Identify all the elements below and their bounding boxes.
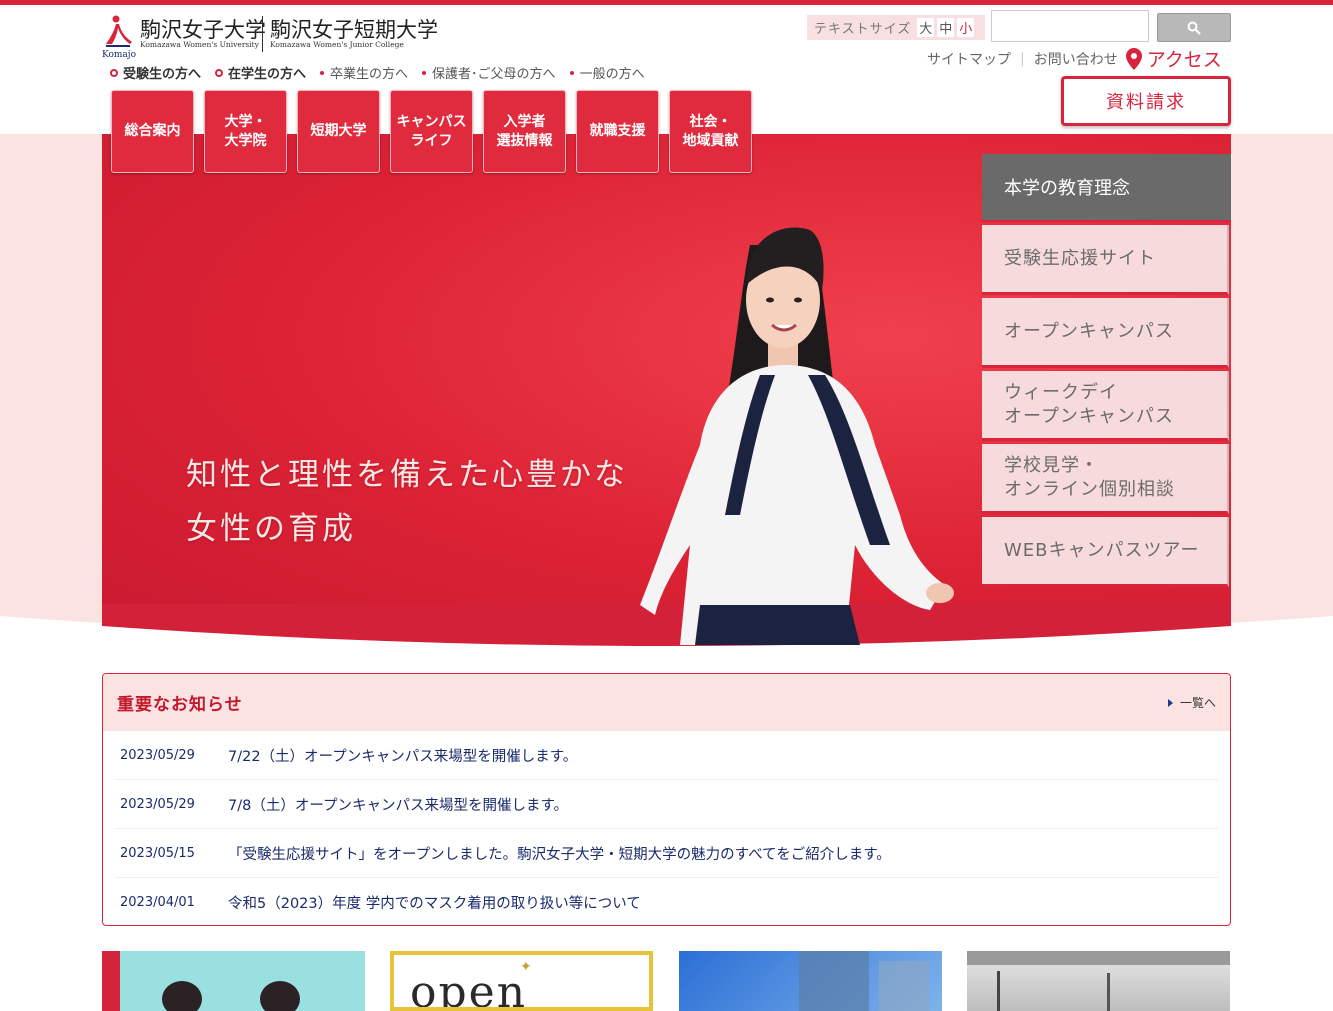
news-date: 2023/05/29 — [120, 796, 195, 812]
text-size-control: テキストサイズ 大 中 小 — [807, 15, 985, 40]
site-logo[interactable]: Komajo 駒沢女子大学 Komazawa Women's Universit… — [102, 12, 442, 60]
search-icon — [1187, 21, 1201, 35]
hero-slogan-line2: 女性の育成 — [186, 511, 356, 547]
request-materials-button[interactable]: 資料請求 — [1061, 76, 1231, 126]
audience-link-label: 卒業生の方へ — [330, 67, 409, 82]
side-menu-web-campus-tour[interactable]: WEBキャンパスツアー — [982, 517, 1229, 587]
map-pin-icon — [1125, 47, 1142, 70]
audience-link-applicants[interactable]: 受験生の方へ — [110, 63, 201, 82]
side-menu: 本学の教育理念 受験生応援サイト オープンキャンパス ウィークデイ オープンキャ… — [982, 154, 1231, 587]
news-more-link[interactable]: 一覧へ — [1167, 694, 1216, 711]
feature-card-1[interactable] — [102, 951, 365, 1011]
audience-link-label: 保護者･ご父母の方へ — [432, 67, 556, 82]
text-size-large-button[interactable]: 大 — [917, 18, 935, 37]
nav-tab-university[interactable]: 大学・ 大学院 — [204, 90, 287, 173]
audience-links: 受験生の方へ 在学生の方へ 卒業生の方へ 保護者･ご父母の方へ 一般の方へ — [110, 63, 659, 82]
top-accent-bar — [0, 0, 1333, 5]
contact-link[interactable]: お問い合わせ — [1034, 49, 1118, 69]
nav-tab-community[interactable]: 社会・ 地域貢献 — [669, 90, 752, 173]
news-date: 2023/04/01 — [120, 894, 195, 910]
hero-slogan-line1: 知性と理性を備えた心豊かな — [186, 457, 628, 493]
audience-link-general[interactable]: 一般の方へ — [569, 63, 645, 82]
news-item[interactable]: 2023/05/15 「受験生応援サイト」をオープンしました。駒沢女子大学・短期… — [115, 829, 1218, 878]
news-item[interactable]: 2023/04/01 令和5（2023）年度 学内でのマスク着用の取り扱い等につ… — [115, 878, 1218, 925]
student-photo — [640, 227, 954, 645]
nav-tab-career[interactable]: 就職支援 — [576, 90, 659, 173]
triangle-right-icon — [1167, 698, 1173, 707]
building-photo — [799, 951, 929, 1011]
search-button[interactable] — [1157, 13, 1231, 42]
news-title: 重要なお知らせ — [117, 695, 243, 715]
main-nav: 総合案内 大学・ 大学院 短期大学 キャンパス ライフ 入学者 選抜情報 就職支… — [111, 90, 752, 173]
nav-tab-campus-life[interactable]: キャンパス ライフ — [390, 90, 473, 173]
dot-bullet-icon — [320, 70, 325, 75]
util-separator: | — [1020, 50, 1025, 67]
feature-card-2[interactable]: open ✦ — [390, 951, 653, 1011]
side-menu-philosophy[interactable]: 本学の教育理念 — [982, 154, 1231, 222]
access-link[interactable]: アクセス — [1125, 45, 1222, 72]
news-text: 「受験生応援サイト」をオープンしました。駒沢女子大学・短期大学の魅力のすべてをご… — [228, 846, 891, 863]
text-size-small-button[interactable]: 小 — [957, 18, 975, 37]
dot-bullet-icon — [569, 70, 574, 75]
nav-tab-junior-college[interactable]: 短期大学 — [297, 90, 380, 173]
text-size-label: テキストサイズ — [814, 22, 912, 37]
logo-university-sub: Komazawa Women's University — [140, 40, 259, 49]
access-link-label: アクセス — [1146, 49, 1222, 71]
news-item[interactable]: 2023/05/29 7/8（土）オープンキャンパス来場型を開催します。 — [115, 780, 1218, 829]
audience-link-label: 受験生の方へ — [123, 67, 202, 82]
audience-link-students[interactable]: 在学生の方へ — [215, 63, 306, 82]
sitemap-link[interactable]: サイトマップ — [927, 49, 1011, 69]
sparkle-icon: ✦ — [520, 959, 532, 975]
news-item[interactable]: 2023/05/29 7/22（土）オープンキャンパス来場型を開催します。 — [115, 731, 1218, 780]
logo-mark-text: Komajo — [102, 50, 137, 60]
students-photo — [162, 981, 300, 1011]
side-menu-applicant-site[interactable]: 受験生応援サイト — [982, 225, 1229, 295]
ring-bullet-icon — [215, 68, 224, 77]
text-size-medium-button[interactable]: 中 — [937, 18, 955, 37]
interior-photo — [967, 951, 1230, 1011]
dot-bullet-icon — [422, 70, 427, 75]
nav-tab-admissions[interactable]: 入学者 選抜情報 — [483, 90, 566, 173]
feature-card-3[interactable] — [679, 951, 942, 1011]
nav-tab-overview[interactable]: 総合案内 — [111, 90, 194, 173]
search-input[interactable] — [991, 10, 1149, 42]
news-text: 令和5（2023）年度 学内でのマスク着用の取り扱い等について — [228, 895, 641, 912]
feature-card-4[interactable] — [967, 951, 1230, 1011]
hero-slogan: 知性と理性を備えた心豊かな 女性の育成 — [186, 448, 628, 556]
logo-divider — [262, 16, 263, 52]
news-date: 2023/05/15 — [120, 845, 195, 861]
side-menu-weekday-open-campus[interactable]: ウィークデイ オープンキャンパス — [982, 371, 1229, 441]
news-text: 7/8（土）オープンキャンパス来場型を開催します。 — [228, 797, 569, 814]
utility-links: サイトマップ | お問い合わせ アクセス — [927, 45, 1222, 72]
audience-link-label: 在学生の方へ — [228, 67, 307, 82]
news-text: 7/22（土）オープンキャンパス来場型を開催します。 — [228, 748, 578, 765]
side-menu-open-campus[interactable]: オープンキャンパス — [982, 298, 1229, 368]
ring-bullet-icon — [110, 68, 118, 77]
audience-link-alumni[interactable]: 卒業生の方へ — [320, 63, 408, 82]
audience-link-parents[interactable]: 保護者･ご父母の方へ — [422, 63, 556, 82]
news-date: 2023/05/29 — [120, 747, 195, 763]
open-campus-card-text: open — [410, 967, 528, 1011]
news-header: 重要なお知らせ 一覧へ — [103, 674, 1230, 731]
news-more-label: 一覧へ — [1179, 696, 1216, 710]
logo-college-sub: Komazawa Women's Junior College — [270, 40, 404, 49]
important-news-panel: 重要なお知らせ 一覧へ 2023/05/29 7/22（土）オープンキャンパス来… — [102, 673, 1231, 926]
audience-link-label: 一般の方へ — [579, 67, 645, 82]
side-menu-campus-visit[interactable]: 学校見学・ オンライン個別相談 — [982, 444, 1229, 514]
